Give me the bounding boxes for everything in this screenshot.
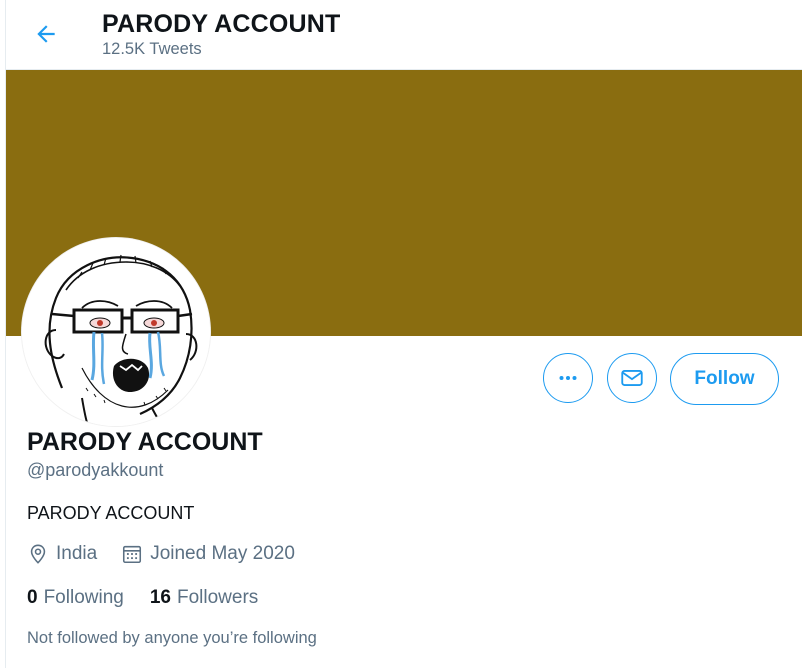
avatar[interactable] — [22, 238, 210, 426]
header-title: PARODY ACCOUNT — [102, 10, 341, 38]
location-item: India — [27, 543, 97, 565]
following-link[interactable]: 0 Following — [27, 587, 124, 609]
arrow-left-icon — [37, 25, 55, 43]
profile-header: PARODY ACCOUNT 12.5K Tweets — [6, 0, 802, 70]
crying-wojak-avatar — [22, 238, 210, 426]
following-label: Following — [43, 587, 124, 608]
calendar-icon — [121, 543, 143, 565]
profile-name: PARODY ACCOUNT — [27, 428, 263, 456]
follow-stats: 0 Following 16 Followers — [27, 587, 258, 609]
location-text: India — [56, 543, 98, 564]
back-button[interactable] — [30, 18, 62, 50]
profile-bio: PARODY ACCOUNT — [27, 503, 195, 523]
followers-label: Followers — [176, 587, 259, 608]
followers-count: 16 — [149, 587, 171, 608]
joined-item: Joined May 2020 — [121, 543, 295, 565]
location-pin-icon — [27, 543, 49, 565]
joined-text: Joined May 2020 — [150, 543, 295, 564]
tweet-count: 12.5K Tweets — [102, 40, 202, 58]
mutual-followers-note: Not followed by anyone you’re following — [27, 629, 317, 647]
followers-link[interactable]: 16 Followers — [150, 587, 258, 609]
envelope-icon — [621, 370, 643, 386]
more-options-button[interactable] — [543, 353, 593, 403]
message-button[interactable] — [607, 353, 657, 403]
follow-button[interactable]: Follow — [670, 353, 779, 405]
following-count: 0 — [27, 587, 38, 608]
profile-meta: India Joined May 2020 — [27, 543, 295, 565]
more-dots-icon — [559, 376, 577, 380]
profile-handle: @parodyakkount — [27, 460, 164, 480]
